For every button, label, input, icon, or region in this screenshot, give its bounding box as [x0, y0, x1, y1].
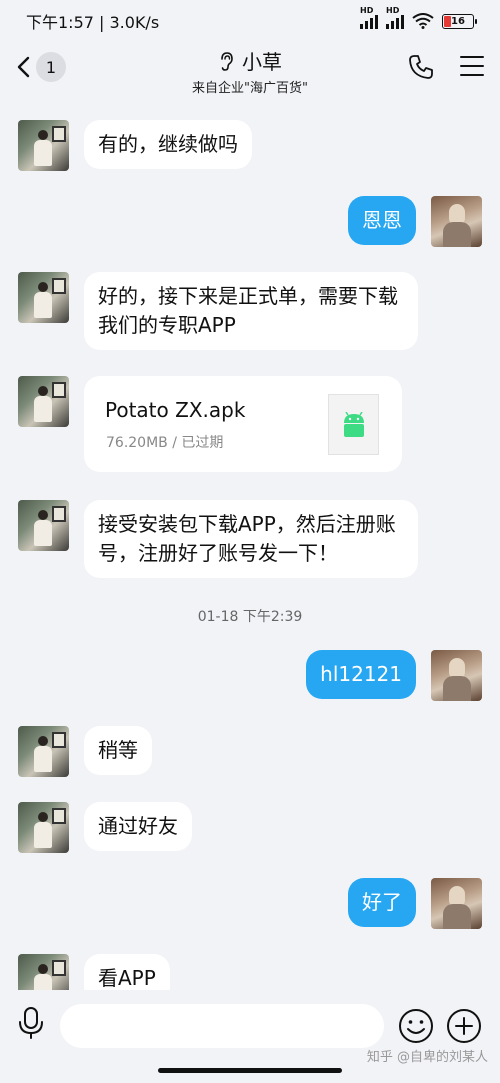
message-bubble[interactable]: 恩恩: [348, 196, 416, 245]
message-timestamp: 01-18 下午2:39: [197, 609, 303, 625]
message-row: 看APP: [18, 954, 170, 990]
plus-icon[interactable]: [446, 1008, 482, 1044]
microphone-icon[interactable]: [16, 1006, 46, 1040]
file-attachment[interactable]: Potato ZX.apk 76.20MB / 已过期: [84, 376, 402, 472]
phone-icon[interactable]: [408, 54, 434, 80]
signal-icon: HD: [386, 6, 404, 29]
status-time-speed: 下午1:57 | 3.0K/s: [26, 13, 160, 32]
avatar[interactable]: [18, 500, 69, 551]
message-bubble[interactable]: 通过好友: [84, 802, 192, 851]
message-bubble[interactable]: 好了: [348, 878, 416, 927]
message-row: Potato ZX.apk 76.20MB / 已过期: [18, 376, 402, 472]
battery-icon: 16: [442, 13, 477, 29]
message-row: 接受安装包下载APP，然后注册账号，注册好了账号发一下！: [18, 500, 418, 578]
message-list[interactable]: 有的，继续做吗 恩恩 好的，接下来是正式单，需要下载我们的专职APP Potat…: [0, 98, 500, 990]
contact-name: 小草: [242, 50, 282, 74]
signal-icon: HD: [360, 6, 378, 29]
status-bar: 下午1:57 | 3.0K/s HD HD 16: [0, 0, 500, 42]
emoji-icon[interactable]: [398, 1008, 434, 1044]
message-bubble[interactable]: 有的，继续做吗: [84, 120, 252, 169]
message-bubble[interactable]: 看APP: [84, 954, 170, 990]
message-row: 好的，接下来是正式单，需要下载我们的专职APP: [18, 272, 418, 350]
chat-header: 1 小草 来自企业"海广百货": [0, 42, 500, 98]
input-bar: 知乎 @自卑的刘某人: [0, 990, 500, 1083]
menu-icon[interactable]: [460, 56, 484, 76]
android-icon: [328, 394, 379, 455]
home-indicator[interactable]: [158, 1068, 342, 1073]
message-bubble[interactable]: 稍等: [84, 726, 152, 775]
message-row: 恩恩: [348, 196, 482, 247]
avatar[interactable]: [431, 650, 482, 701]
file-name: Potato ZX.apk: [105, 398, 246, 422]
message-row: hl12121: [306, 650, 482, 701]
file-meta: 76.20MB / 已过期: [106, 435, 224, 451]
message-row: 好了: [348, 878, 482, 929]
watermark: 知乎 @自卑的刘某人: [366, 1050, 488, 1065]
avatar[interactable]: [18, 954, 69, 990]
message-bubble[interactable]: hl12121: [306, 650, 416, 699]
message-input[interactable]: [60, 1004, 384, 1048]
message-row: 有的，继续做吗: [18, 120, 252, 171]
status-icons: HD HD 16: [360, 6, 477, 29]
message-bubble[interactable]: 接受安装包下载APP，然后注册账号，注册好了账号发一下！: [84, 500, 418, 578]
avatar[interactable]: [431, 196, 482, 247]
avatar[interactable]: [18, 120, 69, 171]
message-bubble[interactable]: 好的，接下来是正式单，需要下载我们的专职APP: [84, 272, 418, 350]
wifi-icon: [412, 13, 434, 29]
avatar[interactable]: [18, 272, 69, 323]
message-row: 通过好友: [18, 802, 192, 853]
avatar[interactable]: [18, 802, 69, 853]
avatar[interactable]: [18, 376, 69, 427]
message-row: 稍等: [18, 726, 152, 777]
avatar[interactable]: [431, 878, 482, 929]
ear-icon: [221, 51, 233, 71]
avatar[interactable]: [18, 726, 69, 777]
